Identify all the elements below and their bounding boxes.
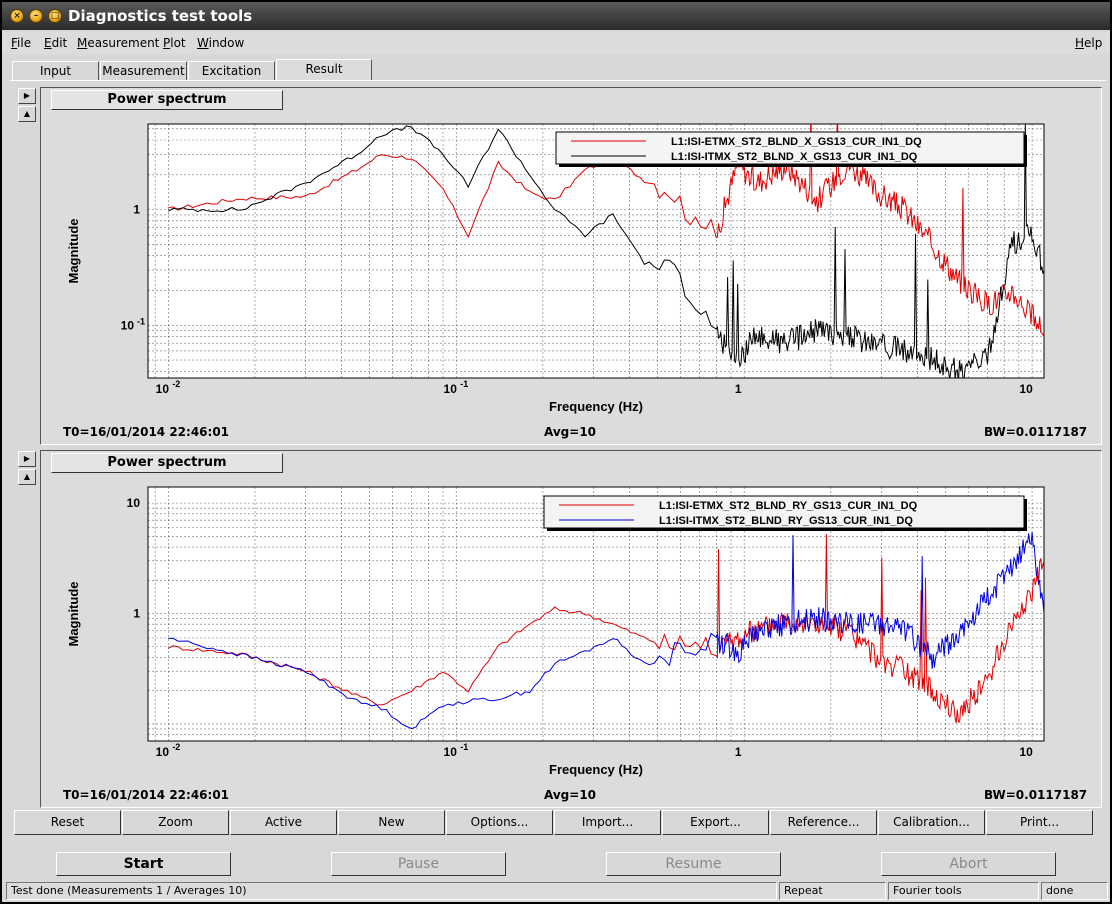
pane-bw: BW=0.0117187 — [984, 788, 1088, 802]
menu-window[interactable]: Window — [197, 36, 244, 50]
window-title: Diagnostics test tools — [68, 7, 253, 25]
pane2-expand-icon[interactable]: ▶ — [18, 451, 36, 467]
pane1-expand-icon[interactable]: ▶ — [18, 88, 36, 104]
menu-plot[interactable]: Plot — [163, 36, 186, 50]
legend-entry: L1:ISI-ITMX_ST2_BLND_RY_GS13_CUR_IN1_DQ — [659, 515, 913, 527]
pane-avg: Avg=10 — [544, 425, 597, 439]
legend-entry: L1:ISI-ITMX_ST2_BLND_X_GS13_CUR_IN1_DQ — [671, 151, 918, 163]
y-tick-label: 1 — [133, 607, 140, 621]
abort-button[interactable]: Abort — [881, 852, 1056, 876]
maximize-window-icon[interactable]: □ — [48, 9, 62, 23]
start-button[interactable]: Start — [56, 852, 231, 876]
close-window-icon[interactable]: × — [10, 9, 24, 23]
x-tick-label: 1 — [735, 745, 742, 759]
x-axis-label: Frequency (Hz) — [549, 399, 643, 414]
new-button[interactable]: New — [338, 810, 445, 835]
reference-button[interactable]: Reference... — [770, 810, 877, 835]
active-button[interactable]: Active — [230, 810, 337, 835]
plot-toolbar: Reset Zoom Active New Options... Import.… — [14, 810, 1100, 835]
app-window: × – □ Diagnostics test tools File Edit M… — [0, 0, 1112, 904]
options-button[interactable]: Options... — [446, 810, 553, 835]
status-message: Test done (Measurements 1 / Averages 10) — [6, 882, 777, 900]
menu-measurement[interactable]: Measurement — [77, 36, 159, 50]
menu-bar: File Edit Measurement Plot Window Help — [2, 32, 1110, 54]
y-axis-label: Magnitude — [66, 219, 81, 284]
tab-excitation[interactable]: Excitation — [188, 61, 275, 81]
reset-button[interactable]: Reset — [14, 810, 121, 835]
minimize-window-icon[interactable]: – — [29, 9, 43, 23]
menu-help[interactable]: Help — [1075, 36, 1102, 50]
y-tick-label: 1 — [133, 203, 140, 217]
x-axis-label: Frequency (Hz) — [549, 762, 643, 777]
legend: L1:ISI-ETMX_ST2_BLND_X_GS13_CUR_IN1_DQ L1… — [555, 131, 1027, 167]
pane1-collapse-icon[interactable]: ▲ — [18, 106, 36, 122]
x-tick-label: 10 — [1019, 382, 1033, 396]
pane-t0: T0=16/01/2014 22:46:01 — [63, 425, 230, 439]
x-tick-label: 10 — [444, 382, 458, 396]
x-tick-label: 10 — [444, 745, 458, 759]
y-axis-label: Magnitude — [66, 582, 81, 647]
plot-pane-bottom: Power spectrum 10 -2 10 -1 1 10 10 1 Frequency (… — [40, 450, 1102, 808]
status-tools: Fourier tools — [888, 882, 1039, 900]
plot-area[interactable]: 10 -2 10 -1 1 10110 -1Frequency (Hz)MagnitudeL… — [41, 88, 1101, 444]
tab-result[interactable]: Result — [276, 59, 372, 81]
pane-bw: BW=0.0117187 — [984, 425, 1088, 439]
calibration-button[interactable]: Calibration... — [878, 810, 985, 835]
x-tick-label: 10 — [156, 745, 170, 759]
pane-avg: Avg=10 — [544, 788, 597, 802]
status-state: done — [1041, 882, 1108, 900]
tab-input[interactable]: Input — [12, 61, 99, 81]
export-button[interactable]: Export... — [662, 810, 769, 835]
plot-pane-top: Power spectrum 10 -2 10 -1 1 10 1 10 -1 Frequency… — [40, 87, 1102, 445]
tab-measurement[interactable]: Measurement — [100, 61, 187, 81]
x-tick-exponent: -1 — [460, 379, 468, 389]
y-tick-label: 10 — [127, 496, 141, 510]
x-tick-label: 1 — [735, 382, 742, 396]
x-tick-label: 10 — [156, 382, 170, 396]
legend-entry: L1:ISI-ETMX_ST2_BLND_RY_GS13_CUR_IN1_DQ — [659, 500, 918, 512]
menu-file[interactable]: File — [11, 36, 31, 50]
menu-edit[interactable]: Edit — [44, 36, 67, 50]
resume-button[interactable]: Resume — [606, 852, 781, 876]
print-button[interactable]: Print... — [986, 810, 1093, 835]
plot-area[interactable]: 10 -2 10 -1 1 10101Frequency (Hz)MagnitudeL1:… — [41, 451, 1101, 807]
x-tick-label: 10 — [1019, 745, 1033, 759]
pane-t0: T0=16/01/2014 22:46:01 — [63, 788, 230, 802]
import-button[interactable]: Import... — [554, 810, 661, 835]
y-tick-label: 10 — [121, 318, 135, 332]
legend-entry: L1:ISI-ETMX_ST2_BLND_X_GS13_CUR_IN1_DQ — [671, 136, 922, 148]
legend: L1:ISI-ETMX_ST2_BLND_RY_GS13_CUR_IN1_DQ L… — [543, 495, 1027, 531]
x-tick-exponent: -2 — [172, 379, 180, 389]
pause-button[interactable]: Pause — [331, 852, 506, 876]
x-tick-exponent: -2 — [172, 742, 180, 752]
y-tick-exponent: -1 — [137, 316, 145, 326]
x-tick-exponent: -1 — [460, 742, 468, 752]
pane2-collapse-icon[interactable]: ▲ — [18, 469, 36, 485]
title-bar: × – □ Diagnostics test tools — [2, 2, 1110, 30]
zoom-button[interactable]: Zoom — [122, 810, 229, 835]
status-repeat: Repeat — [779, 882, 886, 900]
